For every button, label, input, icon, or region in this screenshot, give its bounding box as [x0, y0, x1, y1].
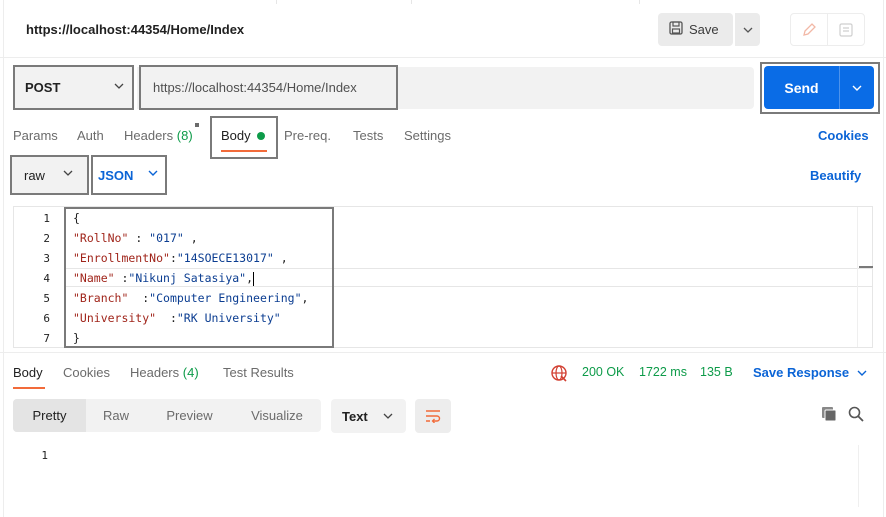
chevron-down-icon — [148, 170, 158, 176]
view-mode-raw[interactable]: Raw — [86, 399, 146, 432]
response-format-select[interactable]: Text — [331, 399, 406, 433]
cookies-link[interactable]: Cookies — [818, 128, 869, 143]
line-number: 5 — [43, 292, 50, 305]
documentation-icon[interactable] — [828, 14, 865, 45]
divider — [0, 352, 886, 353]
response-time[interactable]: 1722 ms — [639, 365, 687, 379]
format-label: Text — [342, 408, 368, 424]
send-button[interactable]: Send — [764, 66, 840, 109]
view-mode-pretty[interactable]: Pretty — [13, 399, 86, 432]
response-tab-test-results[interactable]: Test Results — [223, 365, 294, 380]
edit-icon[interactable] — [791, 14, 828, 45]
save-response-button[interactable]: Save Response — [753, 365, 867, 380]
chevron-down-icon — [63, 170, 73, 176]
code-highlight — [64, 207, 334, 348]
request-tab-edge — [276, 0, 412, 4]
window-border-right — [883, 0, 884, 517]
line-number: 1 — [43, 212, 50, 225]
line-number: 4 — [43, 272, 50, 285]
active-tab-indicator — [13, 387, 45, 389]
line-number: 2 — [43, 232, 50, 245]
headers-count: (8) — [176, 128, 193, 143]
active-tab-indicator — [221, 150, 267, 152]
method-label: POST — [25, 80, 61, 95]
tab-headers[interactable]: Headers (8) — [124, 128, 193, 143]
tab-settings[interactable]: Settings — [404, 128, 451, 143]
line-number: 1 — [41, 449, 48, 462]
tab-params[interactable]: Params — [13, 128, 58, 143]
line-number: 6 — [43, 312, 50, 325]
line-number: 7 — [43, 332, 50, 345]
tab-label: Headers — [124, 128, 174, 143]
method-select[interactable]: POST — [13, 65, 134, 110]
chevron-down-icon — [743, 27, 752, 33]
tab-label: Headers — [130, 365, 180, 380]
save-response-label: Save Response — [753, 365, 850, 380]
save-icon — [669, 21, 683, 38]
view-mode-preview[interactable]: Preview — [146, 399, 233, 432]
search-icon[interactable] — [848, 406, 864, 425]
body-language-select[interactable]: JSON — [91, 155, 167, 195]
chevron-down-icon — [114, 83, 124, 89]
response-size[interactable]: 135 B — [700, 365, 733, 379]
tab-auth[interactable]: Auth — [77, 128, 104, 143]
tab-pre-request[interactable]: Pre-req. — [284, 128, 331, 143]
scroll-marker — [859, 266, 873, 268]
wrap-icon — [426, 410, 441, 423]
response-scrollbar[interactable] — [858, 445, 874, 507]
send-options-button[interactable] — [840, 66, 874, 109]
body-mode-select[interactable]: raw — [10, 155, 89, 195]
wrap-lines-button[interactable] — [415, 399, 451, 433]
send-button-group: Send — [764, 66, 874, 109]
editor-scrollbar[interactable] — [857, 207, 872, 347]
tab-label: Body — [221, 128, 251, 143]
view-mode-visualize[interactable]: Visualize — [233, 399, 321, 432]
request-tab-edge — [412, 0, 640, 4]
tab-body[interactable]: Body — [221, 128, 265, 143]
tab-tests[interactable]: Tests — [353, 128, 383, 143]
copy-icon[interactable] — [821, 406, 838, 426]
line-number: 3 — [43, 252, 50, 265]
save-label: Save — [689, 22, 719, 37]
body-language-label: JSON — [98, 167, 134, 183]
window-border-left — [3, 0, 4, 517]
response-tab-headers[interactable]: Headers (4) — [130, 365, 199, 380]
status-code[interactable]: 200 OK — [582, 365, 624, 379]
response-view-modes: Pretty Raw Preview Visualize — [13, 399, 321, 432]
chevron-down-icon — [383, 413, 393, 419]
save-button[interactable]: Save — [658, 13, 733, 46]
chevron-down-icon — [852, 85, 862, 91]
chevron-down-icon — [857, 370, 867, 376]
body-mode-label: raw — [24, 167, 45, 183]
divider — [0, 57, 886, 58]
status-dot-icon — [256, 131, 265, 140]
beautify-button[interactable]: Beautify — [810, 168, 861, 183]
url-input[interactable]: https://localhost:44354/Home/Index — [139, 65, 398, 110]
request-title: https://localhost:44354/Home/Index — [26, 22, 245, 37]
response-tab-body[interactable]: Body — [13, 365, 43, 380]
modified-indicator — [195, 123, 199, 127]
save-options-button[interactable] — [735, 13, 760, 46]
request-actions — [790, 13, 865, 46]
headers-count: (4) — [182, 365, 199, 380]
globe-icon[interactable] — [550, 364, 568, 385]
response-tab-cookies[interactable]: Cookies — [63, 365, 110, 380]
